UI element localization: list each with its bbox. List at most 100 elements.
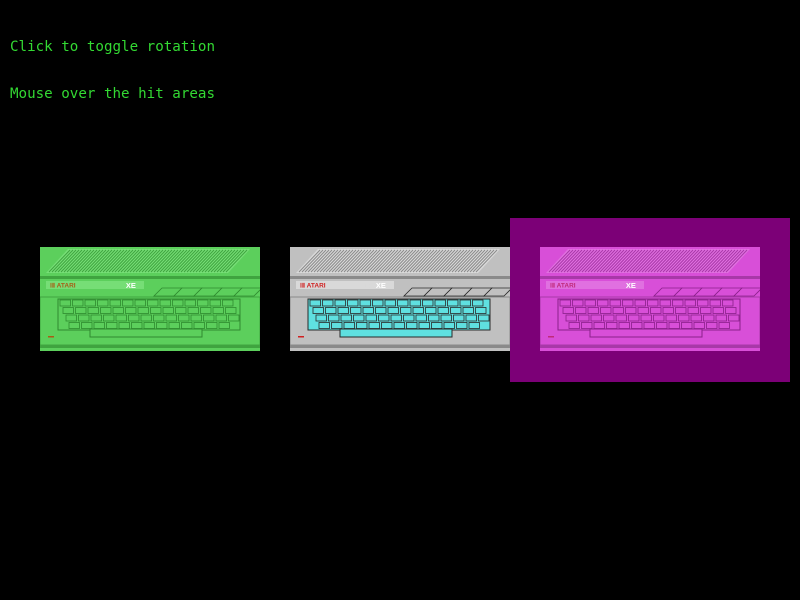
key: [715, 314, 727, 322]
key: [159, 299, 171, 307]
key: [665, 314, 677, 322]
key: [650, 307, 662, 314]
key: [434, 299, 446, 307]
key: [593, 322, 605, 329]
key: [315, 314, 327, 322]
divider-strip: [40, 276, 260, 279]
key: [643, 322, 655, 329]
key: [147, 299, 159, 307]
key: [209, 299, 221, 307]
key: [165, 314, 177, 322]
key: [118, 322, 130, 329]
key: [203, 314, 215, 322]
key: [625, 307, 637, 314]
key: [393, 322, 405, 329]
key: [462, 307, 474, 314]
key: [415, 314, 427, 322]
key: [478, 314, 490, 322]
key: [465, 314, 477, 322]
model-number: 130: [364, 283, 375, 290]
key: [125, 307, 137, 314]
key: [350, 307, 362, 314]
key: [428, 314, 440, 322]
base-edge: [540, 348, 760, 351]
key: [59, 299, 71, 307]
key: [375, 307, 387, 314]
key: [81, 322, 93, 329]
key: [459, 299, 471, 307]
key: [331, 322, 343, 329]
key: [559, 299, 571, 307]
key: [722, 299, 734, 307]
key: [168, 322, 180, 329]
key: [103, 314, 115, 322]
key: [90, 314, 102, 322]
key: [212, 307, 224, 314]
key: [378, 314, 390, 322]
key: [193, 322, 205, 329]
function-keys: [653, 287, 760, 297]
key: [565, 314, 577, 322]
model-number: 130: [614, 283, 625, 290]
key: [603, 314, 615, 322]
key: [443, 322, 455, 329]
key: [228, 314, 240, 322]
key: [322, 299, 334, 307]
key: [709, 299, 721, 307]
key: [190, 314, 202, 322]
base-strip: [290, 345, 510, 348]
key: [368, 322, 380, 329]
key: [475, 307, 487, 314]
key: [562, 307, 574, 314]
key: [200, 307, 212, 314]
key: [384, 299, 396, 307]
key: [100, 307, 112, 314]
key: [397, 299, 409, 307]
key: [175, 307, 187, 314]
key: [222, 299, 234, 307]
key: [106, 322, 118, 329]
key: [706, 322, 718, 329]
key: [372, 299, 384, 307]
key: [578, 314, 590, 322]
key: [93, 322, 105, 329]
divider-strip: [290, 276, 510, 279]
key: [615, 314, 627, 322]
key: [684, 299, 696, 307]
atari-130xe-grey[interactable]: ⅠⅡ ATARI 130XE: [290, 247, 510, 353]
key: [78, 314, 90, 322]
key: [640, 314, 652, 322]
space-bar: [339, 328, 453, 338]
key: [697, 299, 709, 307]
key: [681, 322, 693, 329]
key: [412, 307, 424, 314]
atari-logo-text: ⅠⅡ ATARI: [300, 282, 326, 290]
power-led: [298, 336, 304, 338]
key: [656, 322, 668, 329]
function-keys: [153, 287, 260, 297]
key: [447, 299, 459, 307]
key: [137, 307, 149, 314]
key: [72, 299, 84, 307]
model-number: 130: [114, 283, 125, 290]
key: [700, 307, 712, 314]
base-strip: [540, 345, 760, 348]
model-suffix: XE: [626, 281, 636, 290]
key: [62, 307, 74, 314]
key: [693, 322, 705, 329]
divider-strip: [540, 276, 760, 279]
key: [312, 307, 324, 314]
atari-logo-text: ⅠⅡ ATARI: [50, 282, 76, 290]
key: [403, 314, 415, 322]
key: [184, 299, 196, 307]
atari-130xe-magenta[interactable]: ⅠⅡ ATARI 130XE: [540, 247, 760, 353]
space-bar: [89, 328, 203, 338]
key: [337, 307, 349, 314]
function-keys: [403, 287, 510, 297]
key: [431, 322, 443, 329]
key: [84, 299, 96, 307]
key: [568, 322, 580, 329]
key: [440, 314, 452, 322]
atari-130xe-green[interactable]: ⅠⅡ ATARI 130XE: [40, 247, 260, 353]
key: [675, 307, 687, 314]
